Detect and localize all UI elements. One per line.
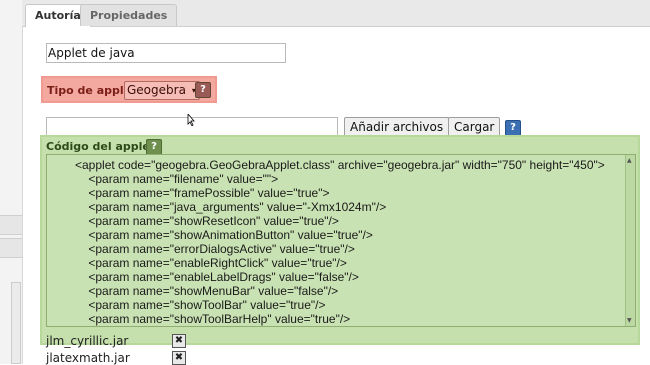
applet-code-textarea[interactable]: <applet code="geogebra.GeoGebraApplet.cl… (46, 154, 636, 327)
code-line: <param name="enableLabelDrags" value="fa… (75, 270, 359, 284)
code-line: <param name="filename" value=""> (75, 172, 279, 186)
code-line: <param name="showToolBar" value="true"/> (75, 298, 326, 312)
tab-bar: Autoría Propiedades (22, 0, 650, 27)
sidebar-band (0, 238, 22, 258)
code-line: <param name="java_arguments" value="-Xmx… (75, 200, 387, 214)
code-line: <param name="enableRightClick" value="tr… (75, 256, 347, 270)
code-line: <param name="showResetIcon" value="true"… (75, 214, 339, 228)
applet-code-label: Código del applet: (46, 140, 160, 153)
applet-type-section: Tipo de applet Geogebra ▾ ? (41, 76, 217, 103)
applet-type-label: Tipo de applet (47, 84, 137, 97)
file-name: jlm_cyrillic.jar (46, 334, 129, 348)
scroll-down-icon[interactable]: ▼ (627, 317, 632, 324)
code-line: <param name="framePossible" value="true"… (75, 186, 330, 200)
help-icon[interactable]: ? (146, 139, 162, 155)
file-name: jlatexmath.jar (46, 351, 130, 365)
code-line: <param name="errorDialogsActive" value="… (75, 242, 355, 256)
title-input[interactable]: Applet de java (46, 43, 286, 63)
add-files-button[interactable]: Añadir archivos (344, 117, 450, 137)
delete-icon[interactable]: ✖ (172, 351, 186, 365)
applet-type-value: Geogebra (127, 83, 186, 97)
applet-code-section: Código del applet: ? <applet code="geoge… (40, 135, 640, 345)
code-line: <applet code="geogebra.GeoGebraApplet.cl… (75, 158, 605, 172)
sidebar-scrollbar[interactable] (11, 282, 21, 364)
load-button[interactable]: Cargar (448, 117, 501, 137)
sidebar-band (0, 215, 22, 235)
left-sidebar (0, 0, 23, 364)
code-line: <param name="showMenuBar" value="false"/… (75, 284, 339, 298)
applet-type-select[interactable]: Geogebra ▾ (124, 81, 200, 100)
text-cursor-icon (187, 114, 195, 126)
code-line: <param name="showToolBarHelp" value="tru… (75, 312, 351, 326)
delete-icon[interactable]: ✖ (172, 334, 186, 348)
code-line: <param name="showAnimationButton" value=… (75, 228, 373, 242)
code-scrollbar[interactable]: ▲ ▼ (625, 155, 635, 326)
help-icon[interactable]: ? (505, 120, 521, 136)
help-icon[interactable]: ? (195, 82, 211, 98)
scroll-up-icon[interactable]: ▲ (627, 157, 632, 164)
tab-properties[interactable]: Propiedades (80, 4, 178, 26)
